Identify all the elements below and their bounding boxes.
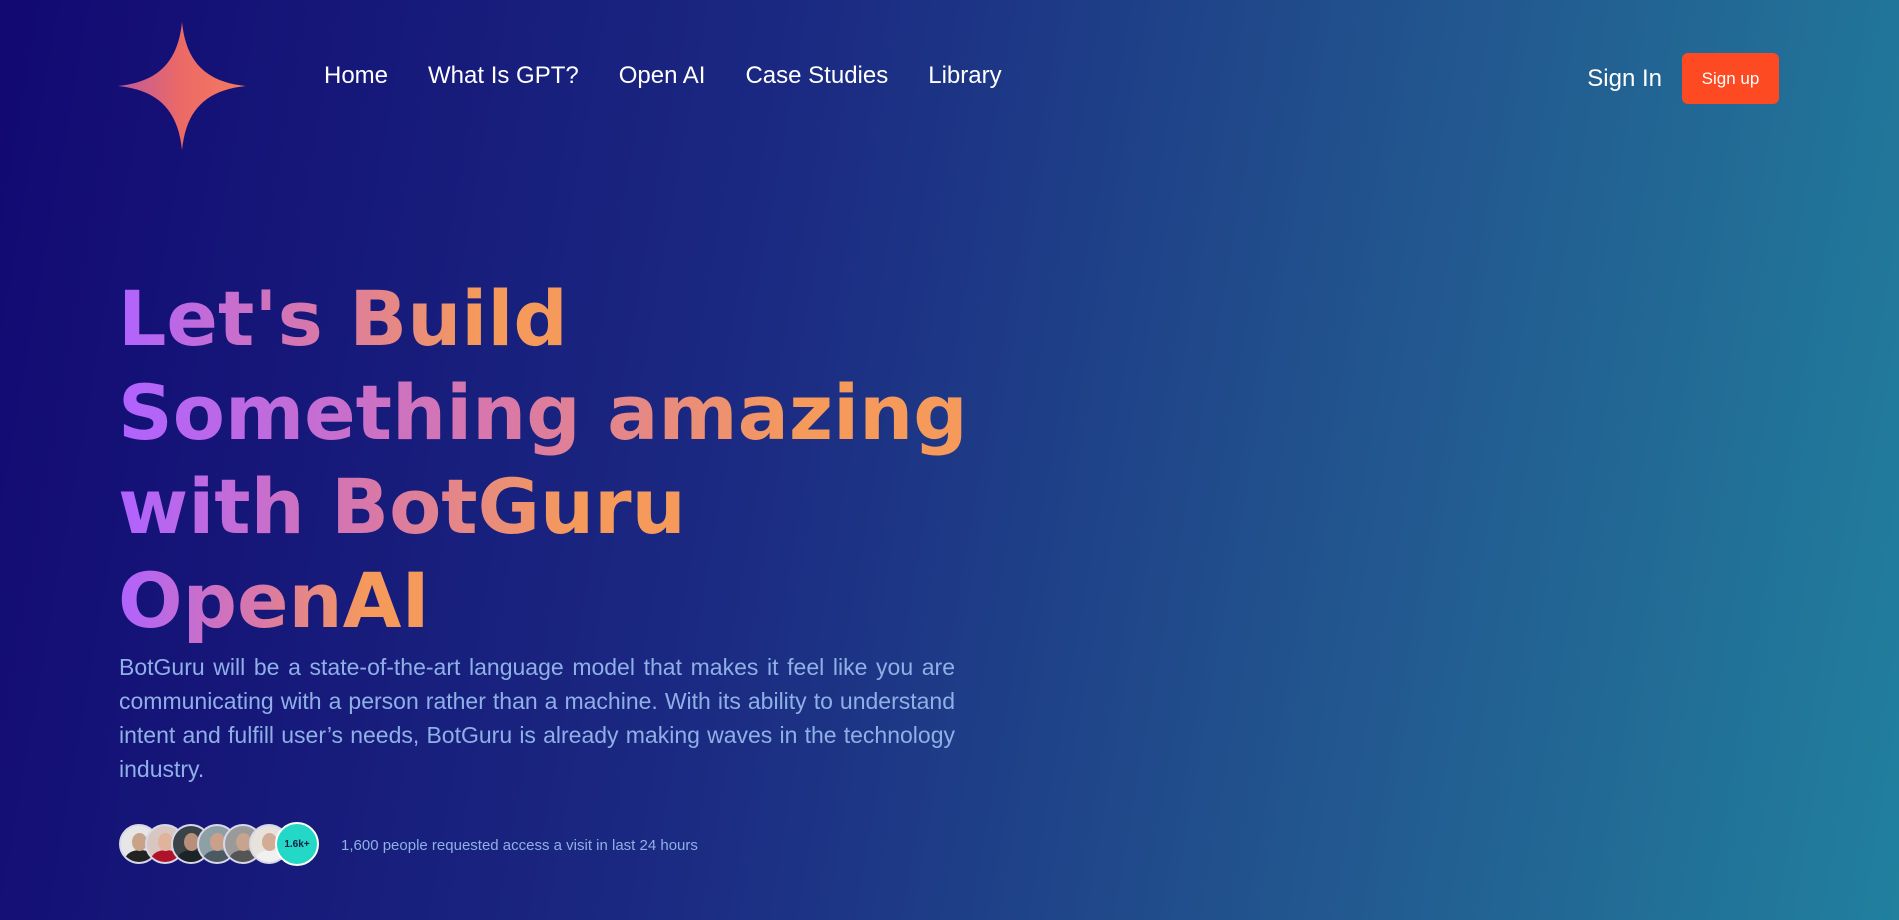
nav-item-case-studies[interactable]: Case Studies (745, 62, 888, 90)
auth-actions: Sign In Sign up (1587, 53, 1779, 104)
count-badge: 1.6k+ (275, 822, 319, 866)
nav-item-library[interactable]: Library (928, 62, 1001, 90)
nav-item-what-is-gpt[interactable]: What Is GPT? (428, 62, 579, 90)
social-proof-text: 1,600 people requested access a visit in… (341, 836, 698, 854)
hero-title-line: Something amazing (118, 366, 968, 460)
avatar-stack: 1.6k+ (119, 822, 319, 866)
sign-up-button[interactable]: Sign up (1682, 53, 1779, 104)
hero-title-line: OpenAI (118, 554, 430, 648)
nav-item-home[interactable]: Home (324, 62, 388, 90)
hero-title-line: Let's Build (118, 272, 568, 366)
sparkle-star-icon[interactable] (118, 22, 246, 150)
nav-item-open-ai[interactable]: Open AI (619, 62, 706, 90)
main-nav: Home What Is GPT? Open AI Case Studies L… (324, 62, 1002, 90)
hero-title: Let's Build Something amazing with BotGu… (118, 272, 1018, 648)
hero-description: BotGuru will be a state-of-the-art langu… (119, 654, 955, 782)
hero-title-line: with BotGuru (118, 460, 686, 554)
landing-page: Home What Is GPT? Open AI Case Studies L… (0, 0, 1899, 920)
social-proof: 1.6k+ 1,600 people requested access a vi… (119, 822, 698, 866)
sign-in-link[interactable]: Sign In (1587, 65, 1662, 93)
